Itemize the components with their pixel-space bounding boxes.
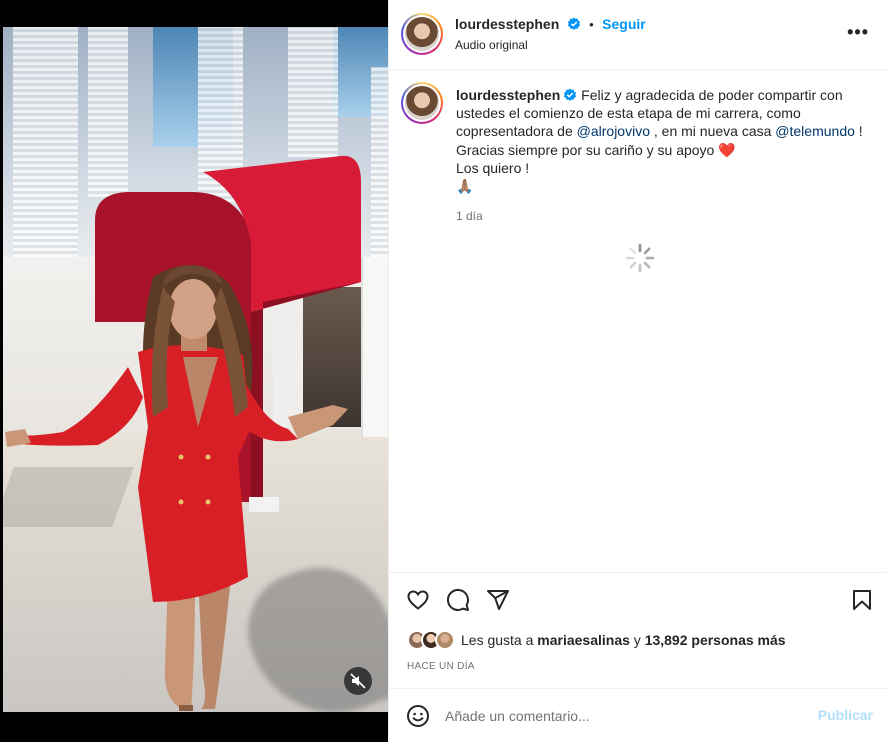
post-video[interactable] xyxy=(3,27,388,712)
comment-bar: Publicar xyxy=(389,688,886,742)
caption-body: ! xyxy=(854,123,863,140)
caption-author-username[interactable]: lourdesstephen xyxy=(456,87,560,103)
publish-button[interactable]: Publicar xyxy=(818,707,873,723)
emoji-icon[interactable] xyxy=(406,704,430,728)
verified-badge-icon xyxy=(567,17,580,30)
mute-toggle-button[interactable] xyxy=(344,667,372,695)
separator-dot: • xyxy=(589,17,594,32)
caption-line: Gracias siempre por su cariño y su apoyo xyxy=(456,141,719,158)
muted-speaker-icon xyxy=(350,673,366,689)
presenter xyxy=(5,265,348,711)
heart-icon[interactable] xyxy=(406,588,430,612)
likes-prefix: Les gusta a xyxy=(461,632,538,648)
liker-username-link[interactable]: mariaesalinas xyxy=(537,632,630,648)
heart-emoji: ❤️ xyxy=(718,141,736,158)
likes-mid: y xyxy=(629,632,645,648)
caption-body: , en mi nueva casa xyxy=(650,123,776,140)
caption-text: lourdesstephen Feliz y agradecida de pod… xyxy=(456,86,868,195)
follow-button[interactable]: Seguir xyxy=(602,16,646,32)
decor-panel xyxy=(13,27,78,257)
decor-panel xyxy=(288,27,338,157)
decor-panel xyxy=(371,67,388,257)
liker-avatar[interactable] xyxy=(435,630,455,650)
praying-hands-emoji: 🙏🏽 xyxy=(456,178,474,195)
comment-icon[interactable] xyxy=(446,588,470,612)
likes-count-link[interactable]: 13,892 personas más xyxy=(645,632,786,648)
author-avatar[interactable] xyxy=(401,13,443,55)
share-icon[interactable] xyxy=(486,588,510,612)
likes-text: Les gusta a mariaesalinas y 13,892 perso… xyxy=(461,632,786,648)
caption-time[interactable]: 1 día xyxy=(456,209,483,223)
caption-line: Los quiero ! xyxy=(456,159,530,176)
comment-input[interactable] xyxy=(445,703,805,729)
post-actions: Les gusta a mariaesalinas y 13,892 perso… xyxy=(389,572,886,688)
post-sidebar: lourdesstephen • Seguir Audio original •… xyxy=(388,0,886,742)
instagram-post-modal: lourdesstephen • Seguir Audio original •… xyxy=(0,0,886,742)
caption-author-avatar[interactable] xyxy=(401,82,443,124)
post-header: lourdesstephen • Seguir Audio original •… xyxy=(389,0,886,70)
audio-label[interactable]: Audio original xyxy=(455,38,528,52)
loading-spinner-icon xyxy=(625,243,655,273)
likes-summary: Les gusta a mariaesalinas y 13,892 perso… xyxy=(407,629,786,651)
author-username[interactable]: lourdesstephen xyxy=(455,16,559,32)
more-options-button[interactable]: ••• xyxy=(847,23,869,41)
post-timestamp[interactable]: HACE UN DÍA xyxy=(407,661,475,672)
mention-link-telemundo[interactable]: @telemundo xyxy=(775,123,855,139)
mention-link-alrojovivo[interactable]: @alrojovivo xyxy=(577,123,650,139)
caption-section: lourdesstephen Feliz y agradecida de pod… xyxy=(389,70,886,572)
verified-badge-icon xyxy=(564,88,577,101)
bookmark-icon[interactable] xyxy=(850,588,874,612)
more-icon: ••• xyxy=(847,22,869,42)
